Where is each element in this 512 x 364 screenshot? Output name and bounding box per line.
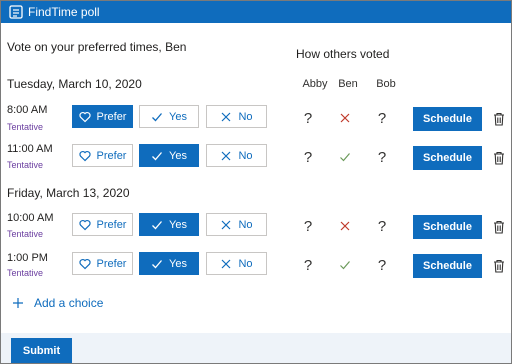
page-heading: Vote on your preferred times, Ben	[7, 40, 187, 54]
vote-bob: ?	[377, 109, 387, 127]
x-icon	[222, 259, 231, 268]
no-button[interactable]: No	[206, 105, 267, 128]
check-icon	[152, 151, 163, 160]
submit-button[interactable]: Submit	[11, 338, 72, 363]
yes-label: Yes	[169, 110, 187, 123]
schedule-button[interactable]: Schedule	[413, 254, 482, 278]
slot-time: 1:00 PM	[7, 252, 48, 264]
prefer-label: Prefer	[96, 149, 127, 162]
yes-label: Yes	[169, 149, 187, 162]
heart-icon	[78, 258, 91, 269]
app-title: FindTime poll	[28, 5, 100, 19]
day-date: Tuesday, March 10, 2020	[7, 77, 142, 91]
voter-name-bob: Bob	[376, 78, 396, 90]
slot-time: 11:00 AM	[7, 143, 53, 155]
check-icon	[152, 259, 163, 268]
heart-icon	[78, 219, 91, 230]
others-voted-heading: How others voted	[296, 47, 390, 61]
findtime-poll-window: FindTime poll Vote on your preferred tim…	[0, 0, 512, 364]
prefer-button[interactable]: Prefer	[72, 144, 133, 167]
footer-bar	[1, 333, 511, 363]
title-bar: FindTime poll	[1, 1, 511, 23]
slot-time: 10:00 AM	[7, 212, 54, 224]
yes-button[interactable]: Yes	[139, 252, 199, 275]
slot-time: 8:00 AM	[7, 104, 48, 116]
add-choice-link[interactable]: Add a choice	[12, 296, 103, 310]
prefer-button[interactable]: Prefer	[72, 105, 133, 128]
slot-status: Tentative	[7, 122, 44, 132]
x-icon	[222, 112, 231, 121]
prefer-button[interactable]: Prefer	[72, 213, 133, 236]
yes-label: Yes	[169, 257, 187, 270]
check-icon	[152, 220, 163, 229]
prefer-label: Prefer	[96, 218, 127, 231]
poll-icon	[9, 5, 23, 19]
heart-icon	[78, 150, 91, 161]
prefer-label: Prefer	[96, 257, 127, 270]
check-icon	[340, 261, 350, 270]
vote-abby: ?	[303, 148, 313, 166]
x-icon	[222, 151, 231, 160]
yes-button[interactable]: Yes	[139, 105, 199, 128]
slot-status: Tentative	[7, 229, 44, 239]
day-date: Friday, March 13, 2020	[7, 186, 130, 200]
trash-icon[interactable]	[492, 150, 506, 166]
vote-abby: ?	[303, 217, 313, 235]
vote-ben	[335, 147, 355, 167]
schedule-button[interactable]: Schedule	[413, 215, 482, 239]
schedule-button[interactable]: Schedule	[413, 146, 482, 170]
no-label: No	[238, 110, 253, 123]
no-button[interactable]: No	[206, 213, 267, 236]
vote-ben	[335, 216, 355, 236]
no-label: No	[238, 257, 253, 270]
no-label: No	[238, 218, 253, 231]
x-icon	[340, 221, 350, 231]
trash-icon[interactable]	[492, 219, 506, 235]
vote-bob: ?	[377, 217, 387, 235]
no-button[interactable]: No	[206, 252, 267, 275]
prefer-label: Prefer	[96, 110, 127, 123]
yes-button[interactable]: Yes	[139, 144, 199, 167]
trash-icon[interactable]	[492, 111, 506, 127]
x-icon	[222, 220, 231, 229]
schedule-button[interactable]: Schedule	[413, 107, 482, 131]
vote-ben	[335, 255, 355, 275]
slot-status: Tentative	[7, 268, 44, 278]
x-icon	[340, 113, 350, 123]
prefer-button[interactable]: Prefer	[72, 252, 133, 275]
vote-bob: ?	[377, 256, 387, 274]
heart-icon	[78, 111, 91, 122]
plus-icon	[13, 298, 23, 308]
vote-abby: ?	[303, 256, 313, 274]
voter-name-ben: Ben	[338, 78, 358, 90]
check-icon	[340, 153, 350, 162]
check-icon	[152, 112, 163, 121]
yes-label: Yes	[169, 218, 187, 231]
voter-name-abby: Abby	[302, 78, 328, 90]
add-choice-label: Add a choice	[34, 296, 104, 310]
vote-bob: ?	[377, 148, 387, 166]
no-label: No	[238, 149, 253, 162]
no-button[interactable]: No	[206, 144, 267, 167]
vote-abby: ?	[303, 109, 313, 127]
slot-status: Tentative	[7, 160, 44, 170]
trash-icon[interactable]	[492, 258, 506, 274]
vote-ben	[335, 108, 355, 128]
yes-button[interactable]: Yes	[139, 213, 199, 236]
